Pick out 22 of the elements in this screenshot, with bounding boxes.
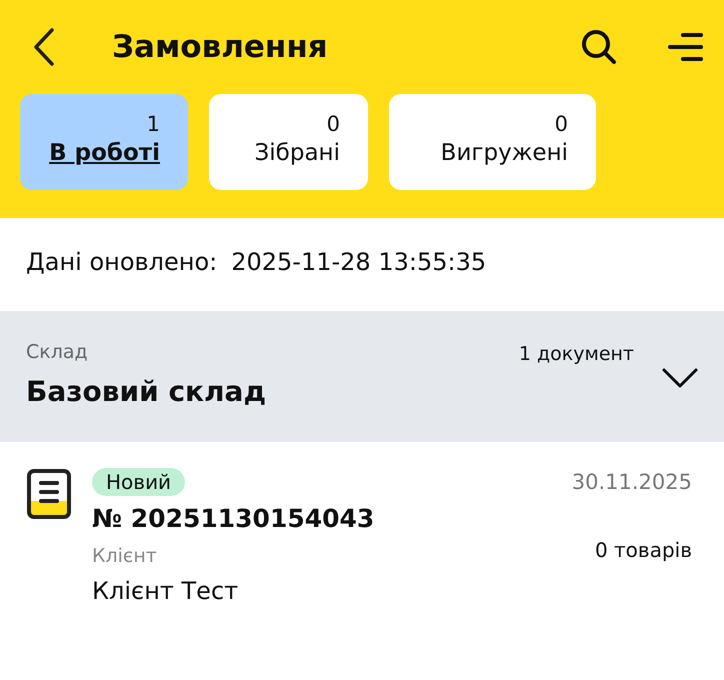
client-name: Клієнт Тест: [92, 577, 240, 605]
updated-time: 2025-11-28 13:55:35: [231, 248, 486, 278]
warehouse-name: Базовий склад: [26, 375, 268, 408]
updated-label: Дані оновлено:: [26, 248, 218, 278]
order-date: 30.11.2025: [572, 470, 692, 494]
status-tab[interactable]: 0 Зібрані: [209, 94, 368, 190]
page-title: Замовлення: [112, 29, 329, 65]
search-button[interactable]: [580, 28, 618, 66]
status-tab[interactable]: 0 Вигружені: [389, 94, 596, 190]
back-icon: [32, 27, 56, 67]
warehouse-label: Склад: [26, 341, 89, 363]
chevron-icon: [662, 367, 698, 389]
item-count: 0 товарів: [594, 538, 692, 562]
search-icon: [580, 28, 618, 66]
order-number: № 20251130154043: [92, 504, 376, 533]
menu-button[interactable]: [668, 32, 704, 62]
client-label: Клієнт: [92, 545, 157, 567]
status-tab[interactable]: 1 В роботі: [20, 94, 188, 190]
document-icon: [26, 468, 72, 520]
status-badge: Новий: [92, 468, 186, 496]
document-count: 1 документ: [518, 343, 634, 367]
menu-icon: [668, 32, 704, 62]
